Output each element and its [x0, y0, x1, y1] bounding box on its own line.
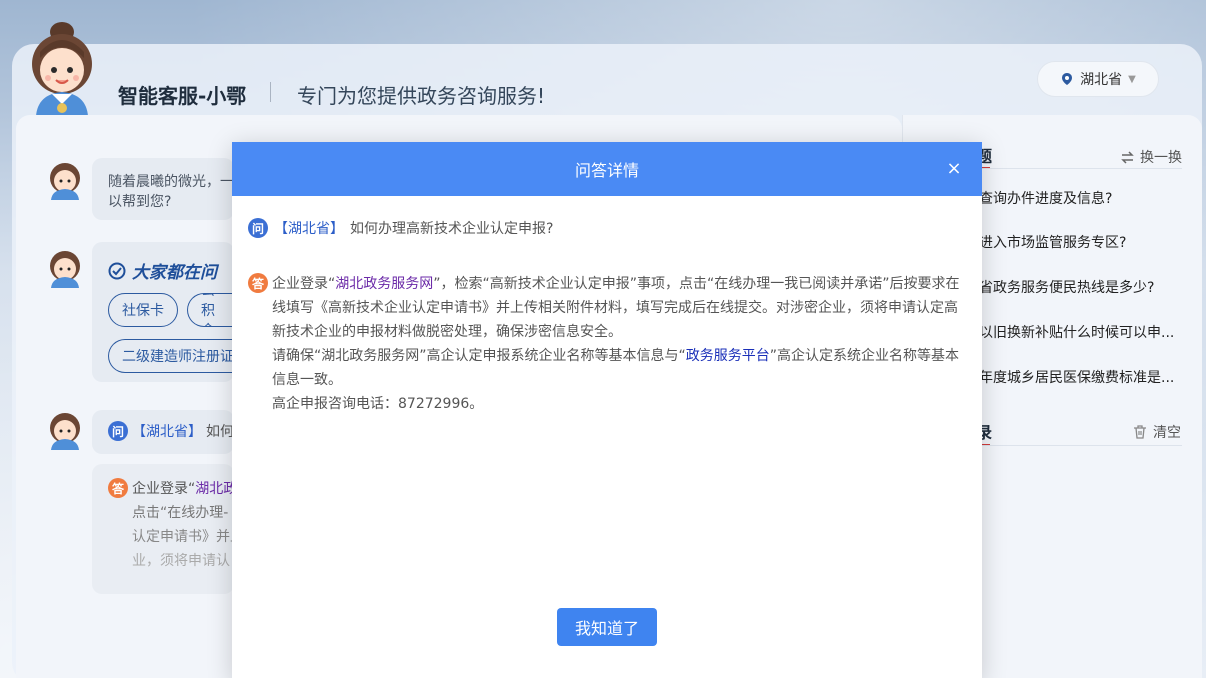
answer-text-part: 企业登录“: [132, 481, 196, 497]
qa-detail-modal: 问答详情 × 问 【湖北省】 如何办理高新技术企业认定申报? 答 企业登录“湖北…: [232, 142, 982, 678]
swap-icon: [1121, 150, 1134, 164]
answer-paragraph: 请确保“湖北政务服务网”高企认定申报系统企业名称等基本信息与“政务服务平台”高企…: [272, 344, 960, 392]
faq-card-title-text: 大家都在问: [132, 263, 217, 283]
trash-icon: [1134, 425, 1146, 439]
refresh-button[interactable]: 换一换: [1120, 147, 1182, 167]
question-text: 如何: [206, 424, 234, 440]
question-text: 如何办理高新技术企业认定申报?: [350, 221, 554, 237]
slogan: 专门为您提供政务咨询服务!: [297, 84, 546, 108]
answer-text-part: 企业登录“: [272, 276, 336, 292]
hot-question-item[interactable]: 以旧换新补贴什么时候可以申...: [979, 322, 1174, 342]
tag-button[interactable]: 公积金: [187, 293, 234, 327]
clear-label: 清空: [1153, 425, 1181, 441]
chevron-down-icon: ▼: [1128, 73, 1136, 85]
hot-question-item[interactable]: 进入市场监管服务专区?: [979, 232, 1126, 252]
answer-link[interactable]: 湖北政: [195, 481, 237, 497]
modal-answer: 答 企业登录“湖北政务服务网”，检索“高新技术企业认定申报”事项，点击“在线办理…: [248, 272, 960, 416]
tag-button[interactable]: 社保卡: [108, 293, 178, 327]
answer-text: 企业登录“湖北政: [132, 479, 237, 499]
modal-question: 问 【湖北省】 如何办理高新技术企业认定申报?: [248, 218, 553, 238]
brand-title: 智能客服-小鄂: [118, 84, 247, 108]
answer-text: 认定申请书》并上: [132, 529, 244, 545]
header-divider: [270, 82, 271, 102]
question-icon: 问: [108, 421, 128, 441]
check-circle-icon: [108, 262, 126, 279]
assistant-avatar: [32, 22, 92, 116]
hot-question-item[interactable]: 查询办件进度及信息?: [979, 188, 1112, 208]
history-divider: [972, 445, 1182, 446]
answer-phone: 高企申报咨询电话：87272996。: [272, 396, 484, 412]
chat-question: 问 【湖北省】 如何: [108, 421, 234, 441]
assistant-mini-avatar: [50, 251, 80, 288]
assistant-mini-avatar: [50, 163, 80, 200]
faq-card-title: 大家都在问: [108, 258, 217, 283]
hot-question-item[interactable]: 年度城乡居民医保缴费标准是...: [979, 367, 1174, 387]
location-pin-icon: [1062, 73, 1073, 85]
refresh-label: 换一换: [1140, 150, 1182, 166]
question-region: 【湖北省】: [274, 221, 344, 237]
question-icon: 问: [248, 218, 268, 238]
answer-paragraph: 企业登录“湖北政务服务网”，检索“高新技术企业认定申报”事项，点击“在线办理一我…: [272, 272, 960, 344]
greeting-text: 随着晨曦的微光，一: [108, 174, 234, 190]
hot-divider: [972, 168, 1182, 169]
answer-icon: 答: [248, 273, 268, 293]
answer-text-part: 请确保“湖北政务服务网”高企认定申报系统企业名称等基本信息与“: [272, 348, 686, 364]
region-label: 湖北省: [1080, 72, 1123, 88]
gov-service-platform-link[interactable]: 政务服务平台: [686, 348, 770, 364]
modal-header: 问答详情 ×: [232, 142, 982, 196]
modal-title: 问答详情: [574, 161, 639, 180]
clear-button[interactable]: 清空: [1132, 422, 1181, 442]
hot-question-item[interactable]: 省政务服务便民热线是多少?: [979, 277, 1154, 297]
ok-button[interactable]: 我知道了: [557, 608, 657, 646]
answer-text: 业，须将申请认: [132, 553, 230, 569]
close-icon[interactable]: ×: [946, 160, 962, 178]
tag-button[interactable]: 二级建造师注册证: [108, 339, 234, 373]
assistant-mini-avatar: [50, 413, 80, 450]
hubei-gov-service-link[interactable]: 湖北政务服务网: [335, 276, 433, 292]
answer-text: 点击“在线办理-: [132, 505, 229, 521]
answer-icon: 答: [108, 478, 128, 498]
question-region: 【湖北省】: [132, 424, 202, 440]
greeting-text-line2: 以帮到您?: [108, 194, 172, 210]
region-selector[interactable]: 湖北省 ▼: [1037, 61, 1159, 97]
